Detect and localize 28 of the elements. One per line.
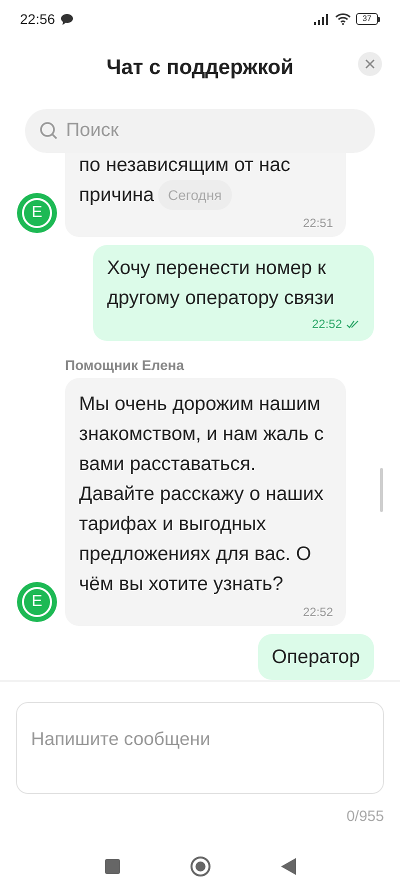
avatar: E: [17, 193, 57, 233]
close-icon: [365, 59, 375, 69]
message-text: Мы очень дорожим нашим знакомством, и нам жаль с вами расставаться. Давайте расскажу о наших тарифах и выгодных предложениях для вас. О чём вы хотите узнать?: [79, 393, 324, 595]
status-time: 22:56: [20, 10, 56, 28]
scrollbar: [380, 468, 383, 512]
message-text: Хочу перенести номер к другому оператору связи: [107, 256, 336, 311]
screen-title: Чат с поддержкой: [106, 55, 294, 82]
battery-icon: 37: [356, 13, 380, 25]
search-field[interactable]: Поиск: [25, 109, 375, 153]
character-counter: 0/955: [346, 807, 384, 827]
chat-bubble-icon: [61, 14, 74, 24]
message-input[interactable]: Напишите сообщени: [16, 702, 384, 794]
date-chip: Сегодня: [158, 180, 232, 210]
signal-icon: [314, 14, 330, 24]
sender-name: Помощник Елена: [65, 356, 186, 375]
message-text: по независящим от нас: [79, 154, 290, 176]
wifi-icon: [335, 13, 351, 25]
home-button[interactable]: [190, 856, 210, 876]
search-icon: [39, 121, 59, 141]
message-text: Оператор: [272, 645, 360, 670]
avatar: E: [17, 582, 57, 622]
recents-button[interactable]: [104, 858, 120, 874]
message-time: 22:51: [302, 215, 333, 232]
message-time: 22:52: [312, 316, 342, 333]
message-text: причина: [79, 184, 154, 206]
close-button[interactable]: [358, 52, 382, 76]
message-time: 22:52: [302, 604, 333, 621]
back-button[interactable]: [280, 858, 296, 874]
